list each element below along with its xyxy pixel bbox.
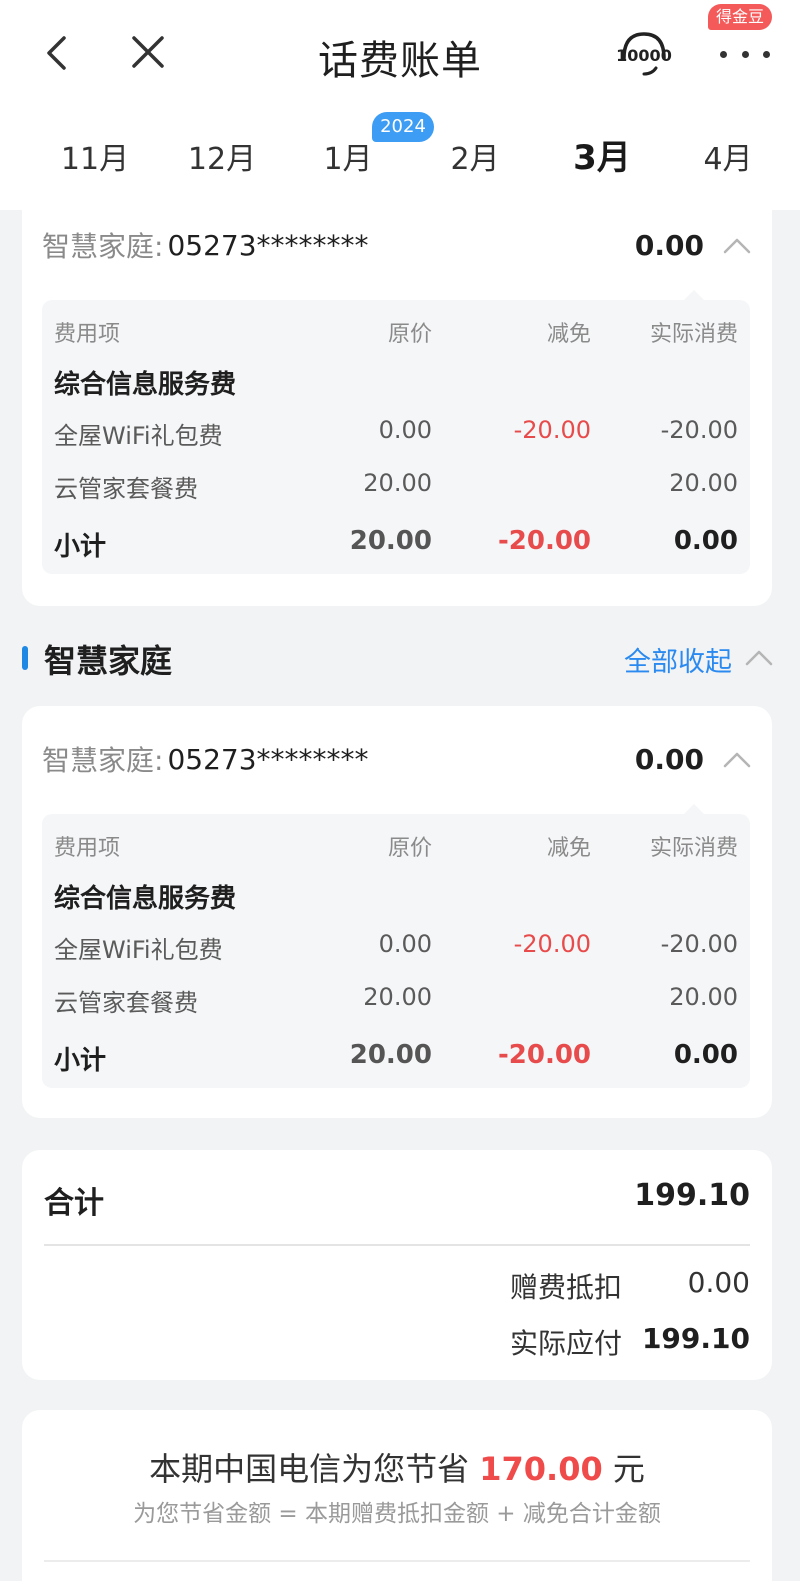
item-name: 全屋WiFi礼包费 — [54, 936, 223, 964]
savings-headline: 本期中国电信为您节省 170.00 元 — [22, 1444, 772, 1490]
payable-label: 实际应付 — [509, 1327, 622, 1360]
payable-value: 199.10 — [641, 1322, 750, 1355]
col-fee-item: 费用项 — [54, 322, 121, 347]
subtotal-row: 小计 20.00 -20.00 0.00 — [54, 1040, 738, 1080]
divider — [44, 1244, 750, 1246]
table-row: 云管家套餐费 20.00 20.00 — [54, 469, 738, 509]
item-original: 0.00 — [378, 416, 432, 444]
page-title: 话费账单 — [318, 38, 482, 84]
col-discount: 减免 — [546, 836, 591, 861]
col-original: 原价 — [387, 322, 432, 347]
savings-unit: 元 — [612, 1450, 645, 1488]
item-discount: -20.00 — [513, 416, 591, 444]
item-actual: -20.00 — [660, 930, 738, 958]
year-badge: 2024 — [372, 112, 434, 142]
item-original: 0.00 — [378, 930, 432, 958]
savings-prefix: 本期中国电信为您节省 — [149, 1450, 470, 1488]
fee-table-header: 费用项 原价 减免 实际消费 — [54, 316, 738, 356]
dot-icon — [763, 50, 770, 58]
account-card: 智慧家庭: 05273******** 0.00 费用项 原价 减免 实际消费 … — [22, 706, 772, 1118]
account-total: 0.00 — [634, 742, 704, 776]
gift-deduction-value: 0.00 — [687, 1266, 750, 1299]
section-title: 智慧家庭 — [44, 642, 173, 680]
top-bar: 话费账单 10000 得金豆 11月 12月 1月 2月 3月 4月 2024 — [0, 0, 800, 210]
subtotal-label: 小计 — [54, 532, 107, 562]
customer-service-button[interactable]: 10000 — [616, 28, 672, 78]
account-header[interactable]: 智慧家庭: 05273******** 0.00 — [42, 734, 752, 784]
item-original: 20.00 — [363, 469, 432, 497]
savings-card: 本期中国电信为您节省 170.00 元 为您节省金额 = 本期赠费抵扣金额 + … — [22, 1410, 772, 1581]
subtotal-discount: -20.00 — [497, 526, 591, 556]
item-actual: 20.00 — [669, 983, 738, 1011]
fee-table-notch — [684, 290, 704, 300]
category-label: 综合信息服务费 — [54, 370, 237, 400]
tab-month-4[interactable]: 4月 — [678, 134, 778, 178]
item-name: 全屋WiFi礼包费 — [54, 422, 223, 450]
subtotal-original: 20.00 — [349, 1040, 432, 1070]
dot-icon — [741, 50, 749, 58]
col-actual: 实际消费 — [649, 836, 738, 861]
subtotal-original: 20.00 — [349, 526, 432, 556]
fee-table: 费用项 原价 减免 实际消费 综合信息服务费 全屋WiFi礼包费 0.00 -2… — [42, 290, 750, 574]
col-actual: 实际消费 — [649, 322, 738, 347]
item-actual: -20.00 — [660, 416, 738, 444]
more-button[interactable] — [720, 40, 770, 68]
account-total: 0.00 — [634, 228, 704, 262]
account-card: 智慧家庭: 05273******** 0.00 费用项 原价 减免 实际消费 … — [22, 190, 772, 606]
headset-10000-icon: 10000 — [616, 32, 672, 76]
account-number: 05273******** — [167, 742, 369, 776]
section-header: 智慧家庭 全部收起 — [0, 630, 800, 682]
reward-badge[interactable]: 得金豆 — [708, 4, 773, 30]
item-name: 云管家套餐费 — [54, 475, 198, 503]
collapse-all-button[interactable]: 全部收起 — [624, 640, 732, 679]
item-original: 20.00 — [363, 983, 432, 1011]
svg-text:10000: 10000 — [616, 46, 672, 65]
savings-formula: 为您节省金额 = 本期赠费抵扣金额 + 减免合计金额 — [133, 1501, 661, 1527]
chevron-up-icon[interactable] — [744, 644, 774, 670]
account-label: 智慧家庭: — [42, 230, 164, 263]
table-row: 云管家套餐费 20.00 20.00 — [54, 983, 738, 1023]
section-accent-bar — [22, 646, 28, 670]
subtotal-actual: 0.00 — [673, 1040, 738, 1070]
gift-deduction-row: 赠费抵扣 0.00 — [450, 1266, 750, 1306]
savings-amount: 170.00 — [479, 1450, 603, 1488]
chevron-up-icon[interactable] — [722, 746, 752, 772]
tab-month-11[interactable]: 11月 — [45, 134, 145, 178]
col-discount: 减免 — [546, 322, 591, 347]
total-value: 199.10 — [634, 1178, 750, 1213]
total-row: 合计 199.10 — [44, 1178, 750, 1221]
fee-table-header: 费用项 原价 减免 实际消费 — [54, 830, 738, 870]
summary-card: 合计 199.10 赠费抵扣 0.00 实际应付 199.10 — [22, 1150, 772, 1380]
account-number: 05273******** — [167, 228, 369, 262]
tab-month-3[interactable]: 3月 — [552, 130, 652, 179]
item-actual: 20.00 — [669, 469, 738, 497]
subtotal-row: 小计 20.00 -20.00 0.00 — [54, 526, 738, 566]
chevron-up-icon[interactable] — [722, 232, 752, 258]
table-row: 全屋WiFi礼包费 0.00 -20.00 -20.00 — [54, 930, 738, 970]
fee-table-notch — [684, 804, 704, 814]
fee-table: 费用项 原价 减免 实际消费 综合信息服务费 全屋WiFi礼包费 0.00 -2… — [42, 804, 750, 1088]
subtotal-label: 小计 — [54, 1046, 107, 1076]
divider — [44, 1560, 750, 1562]
tab-month-2[interactable]: 2月 — [425, 134, 525, 178]
fee-category: 综合信息服务费 — [54, 878, 738, 918]
total-label: 合计 — [44, 1186, 104, 1221]
payable-row: 实际应付 199.10 — [450, 1322, 750, 1362]
account-label: 智慧家庭: — [42, 744, 164, 777]
subtotal-discount: -20.00 — [497, 1040, 591, 1070]
subtotal-actual: 0.00 — [673, 526, 738, 556]
item-discount: -20.00 — [513, 930, 591, 958]
dot-icon — [720, 50, 727, 58]
fee-category: 综合信息服务费 — [54, 364, 738, 404]
col-original: 原价 — [387, 836, 432, 861]
account-header[interactable]: 智慧家庭: 05273******** 0.00 — [42, 220, 752, 270]
col-fee-item: 费用项 — [54, 836, 121, 861]
item-name: 云管家套餐费 — [54, 989, 198, 1017]
table-row: 全屋WiFi礼包费 0.00 -20.00 -20.00 — [54, 416, 738, 456]
tab-month-12[interactable]: 12月 — [172, 134, 272, 178]
category-label: 综合信息服务费 — [54, 884, 237, 914]
gift-deduction-label: 赠费抵扣 — [509, 1271, 622, 1304]
